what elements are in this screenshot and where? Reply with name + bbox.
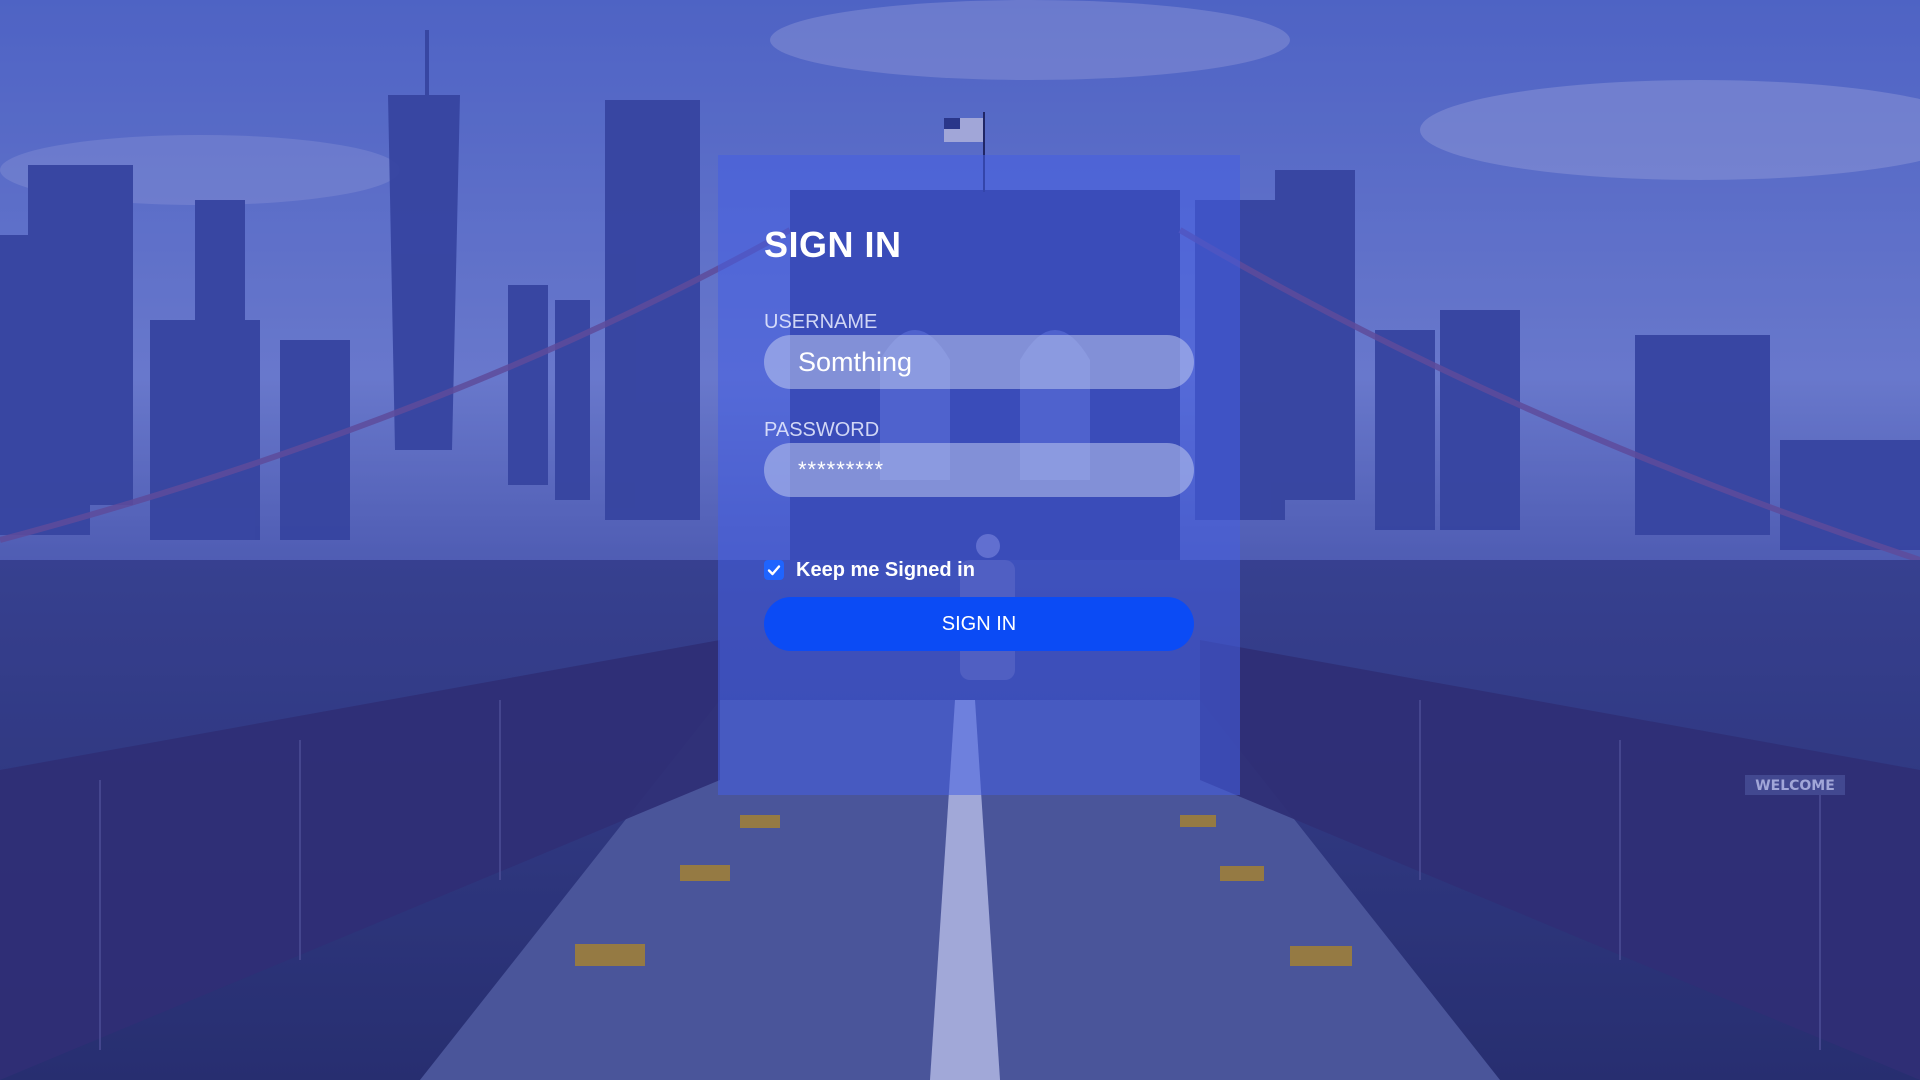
password-label: PASSWORD — [764, 419, 880, 441]
checkmark-icon — [767, 565, 781, 576]
keep-signed-in-label: Keep me Signed in — [796, 558, 975, 581]
username-input[interactable] — [764, 335, 1194, 389]
login-panel: SIGN IN USERNAME PASSWORD Keep me Signed… — [718, 155, 1240, 795]
username-label: USERNAME — [764, 311, 878, 333]
sign-in-button[interactable]: SIGN IN — [764, 597, 1194, 651]
keep-signed-in-checkbox[interactable] — [764, 560, 784, 580]
password-input[interactable] — [764, 443, 1194, 497]
page-title: SIGN IN — [764, 224, 902, 265]
keep-signed-in-row[interactable]: Keep me Signed in — [764, 557, 1194, 583]
login-page: WELCOME SIGN IN USERNAME PASSWORD Keep m… — [0, 0, 1920, 1080]
